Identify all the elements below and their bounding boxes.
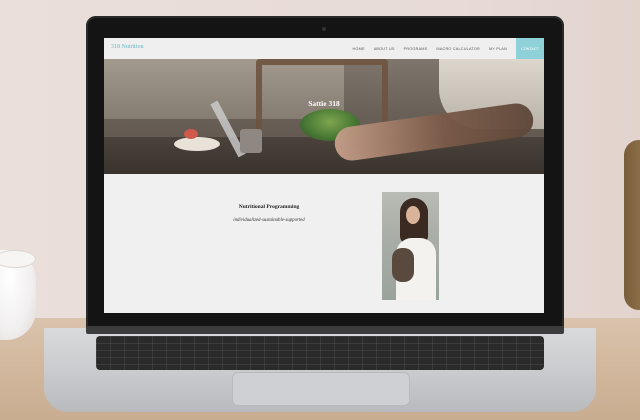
nav-macro-calculator[interactable]: MACRO CALCULATOR [436, 47, 480, 51]
nav-programs[interactable]: PROGRAMS [404, 47, 428, 51]
hero-mug [240, 129, 262, 153]
hero-title: Sattie 318 [308, 99, 340, 108]
nav-my-plan[interactable]: MY PLAN [489, 47, 507, 51]
nav-about[interactable]: ABOUT US [374, 47, 395, 51]
photo-face [406, 206, 420, 224]
laptop-screen: 318 Nutrition HOME ABOUT US PROGRAMS MAC… [104, 38, 544, 313]
nav-home[interactable]: HOME [352, 47, 364, 51]
photo-dog [392, 248, 414, 282]
nav-menu: HOME ABOUT US PROGRAMS MACRO CALCULATOR … [352, 38, 544, 59]
laptop-trackpad [232, 372, 410, 406]
lamp-edge [624, 140, 640, 310]
program-section: Nutritional Programming individualized-s… [104, 174, 544, 313]
nav-contact-button[interactable]: CONTACT [516, 38, 544, 59]
laptop-keyboard [96, 336, 544, 370]
profile-photo [382, 192, 439, 300]
laptop-hinge [86, 326, 564, 334]
hero-plate [174, 137, 220, 151]
program-subtitle: individualized-sustainable-supported [233, 218, 305, 223]
hero-banner: Sattie 318 [104, 59, 544, 174]
site-navbar: 318 Nutrition HOME ABOUT US PROGRAMS MAC… [104, 38, 544, 60]
hero-fruit [184, 129, 198, 139]
program-title: Nutritional Programming [238, 204, 300, 210]
site-brand-link[interactable]: 318 Nutrition [111, 44, 144, 50]
webcam-icon [322, 27, 326, 31]
